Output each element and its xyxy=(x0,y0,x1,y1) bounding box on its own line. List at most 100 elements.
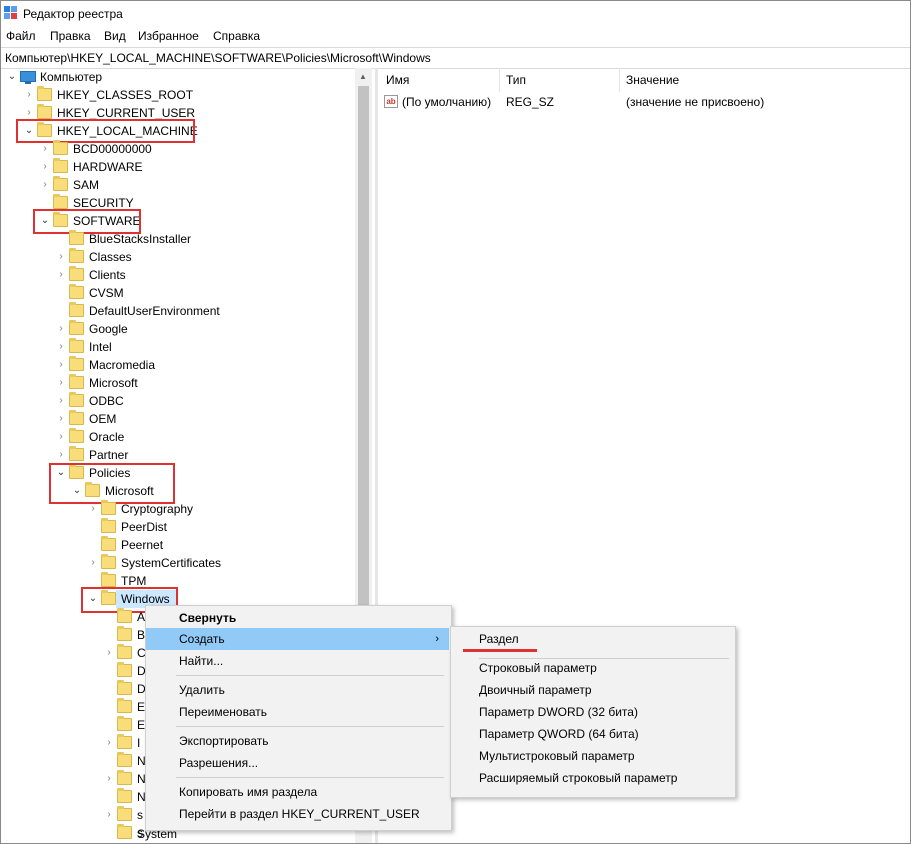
ctx-permissions[interactable]: Разрешения... xyxy=(146,752,449,774)
chevron-right-icon[interactable]: › xyxy=(55,374,67,392)
regedit-app-icon xyxy=(4,6,17,19)
sub-dword-value[interactable]: Параметр DWORD (32 бита) xyxy=(451,701,733,723)
chevron-none xyxy=(103,716,115,734)
highlight-box xyxy=(49,463,175,504)
folder-icon xyxy=(101,572,116,587)
tree-item-label: Google xyxy=(89,322,128,336)
column-type[interactable]: Тип xyxy=(506,68,526,90)
context-menu: Свернуть Создать › Найти... Удалить Переи… xyxy=(145,605,452,831)
chevron-down-icon[interactable]: ⌄ xyxy=(6,68,18,86)
tree-item-label: PeerDist xyxy=(121,520,168,534)
address-bar[interactable]: Компьютер\HKEY_LOCAL_MACHINE\SOFTWARE\Po… xyxy=(1,47,910,69)
chevron-none xyxy=(55,302,67,320)
chevron-right-icon[interactable]: › xyxy=(55,266,67,284)
chevron-right-icon[interactable]: › xyxy=(55,338,67,356)
folder-icon xyxy=(69,266,84,281)
tree-item-label: A xyxy=(137,610,146,624)
tree-item-label: Intel xyxy=(89,340,112,354)
chevron-right-icon[interactable]: › xyxy=(103,644,115,662)
menu-edit[interactable]: Правка xyxy=(50,29,91,43)
sub-string-value[interactable]: Строковый параметр xyxy=(451,657,733,679)
sub-key[interactable]: Раздел xyxy=(451,628,733,650)
chevron-right-icon[interactable]: › xyxy=(55,410,67,428)
scrollbar-thumb[interactable] xyxy=(358,86,369,666)
chevron-right-icon[interactable]: › xyxy=(55,392,67,410)
tree-item-label: Microsoft xyxy=(89,376,138,390)
chevron-none xyxy=(103,752,115,770)
chevron-right-icon[interactable]: › xyxy=(23,86,35,104)
folder-icon xyxy=(69,302,84,317)
ctx-goto-hkcu[interactable]: Перейти в раздел HKEY_CURRENT_USER xyxy=(146,803,449,825)
tree-item-label: B xyxy=(137,628,146,642)
ctx-collapse[interactable]: Свернуть xyxy=(146,607,449,629)
ctx-export[interactable]: Экспортировать xyxy=(146,730,449,752)
ctx-rename[interactable]: Переименовать xyxy=(146,701,449,723)
ctx-create[interactable]: Создать › xyxy=(146,628,449,650)
tree-item-label: Oracle xyxy=(89,430,125,444)
chevron-right-icon[interactable]: › xyxy=(55,320,67,338)
chevron-right-icon[interactable]: › xyxy=(103,770,115,788)
folder-icon xyxy=(53,194,68,209)
sub-binary-value[interactable]: Двоичный параметр xyxy=(451,679,733,701)
column-value[interactable]: Значение xyxy=(626,68,679,90)
folder-icon xyxy=(69,428,84,443)
chevron-none xyxy=(55,284,67,302)
value-type: REG_SZ xyxy=(506,95,555,109)
ctx-copy-key-name[interactable]: Копировать имя раздела xyxy=(146,781,449,803)
sub-expandable-string-value[interactable]: Расширяемый строковый параметр xyxy=(451,767,733,789)
chevron-none xyxy=(103,608,115,626)
tree-item-label: Classes xyxy=(89,250,132,264)
tree-item-label: Компьютер xyxy=(40,70,103,84)
menu-favorites[interactable]: Избранное xyxy=(138,29,199,43)
chevron-right-icon[interactable]: › xyxy=(39,140,51,158)
chevron-right-icon[interactable]: › xyxy=(87,500,99,518)
chevron-none xyxy=(103,698,115,716)
chevron-right-icon[interactable]: › xyxy=(55,446,67,464)
folder-icon xyxy=(117,698,132,713)
list-item[interactable]: ab (По умолчанию) REG_SZ (значение не пр… xyxy=(379,93,910,111)
chevron-right-icon[interactable]: › xyxy=(39,176,51,194)
menu-help[interactable]: Справка xyxy=(213,29,260,43)
ctx-find[interactable]: Найти... xyxy=(146,650,449,672)
folder-icon xyxy=(117,824,132,839)
column-separator[interactable] xyxy=(619,68,620,92)
chevron-right-icon[interactable]: › xyxy=(103,734,115,752)
column-separator[interactable] xyxy=(499,68,500,92)
folder-icon xyxy=(101,536,116,551)
folder-icon xyxy=(117,716,132,731)
sub-qword-value[interactable]: Параметр QWORD (64 бита) xyxy=(451,723,733,745)
sub-multistring-value[interactable]: Мультистроковый параметр xyxy=(451,745,733,767)
column-name[interactable]: Имя xyxy=(386,68,409,90)
folder-icon xyxy=(53,158,68,173)
menu-view[interactable]: Вид xyxy=(104,29,126,43)
tree-item-label: HARDWARE xyxy=(73,160,143,174)
chevron-right-icon[interactable]: › xyxy=(87,554,99,572)
folder-icon xyxy=(101,518,116,533)
tree-item-label: Cryptography xyxy=(121,502,194,516)
tree-item-label: I xyxy=(137,736,141,750)
scroll-up-arrow-icon[interactable]: ▲ xyxy=(359,72,367,81)
folder-icon xyxy=(117,806,132,821)
tree-item-label: Macromedia xyxy=(89,358,156,372)
folder-icon xyxy=(69,320,84,335)
tree-item-label: ODBC xyxy=(89,394,124,408)
tree-item-label: E xyxy=(137,718,146,732)
chevron-right-icon[interactable]: › xyxy=(55,356,67,374)
menu-separator xyxy=(176,675,444,676)
folder-icon xyxy=(101,554,116,569)
chevron-right-icon[interactable]: › xyxy=(55,248,67,266)
chevron-right-icon[interactable]: › xyxy=(55,428,67,446)
tree-item-label: HKEY_CLASSES_ROOT xyxy=(57,88,194,102)
folder-icon xyxy=(69,446,84,461)
tree-item-label: Peernet xyxy=(121,538,164,552)
folder-icon xyxy=(69,356,84,371)
folder-icon xyxy=(117,770,132,785)
chevron-right-icon[interactable]: › xyxy=(39,158,51,176)
folder-icon xyxy=(69,374,84,389)
ctx-delete[interactable]: Удалить xyxy=(146,679,449,701)
chevron-right-icon[interactable]: › xyxy=(103,806,115,824)
menu-file[interactable]: Файл xyxy=(6,29,36,43)
folder-icon xyxy=(117,734,132,749)
tree-item-label: CVSM xyxy=(89,286,124,300)
chevron-none xyxy=(103,662,115,680)
